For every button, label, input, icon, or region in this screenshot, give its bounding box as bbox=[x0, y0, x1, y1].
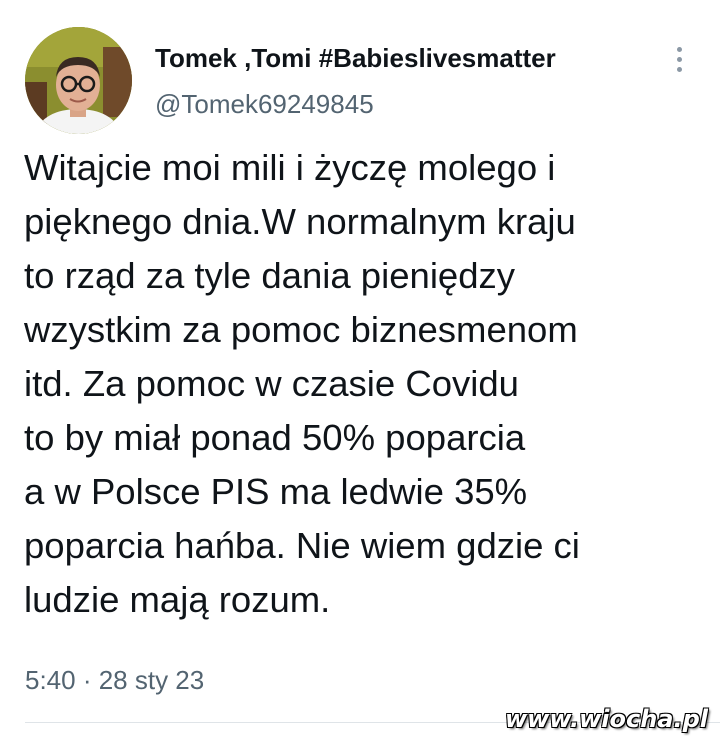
tweet-text-line: itd. Za pomoc w czasie Covidu bbox=[24, 363, 519, 404]
tweet-timestamp[interactable]: 5:40 · 28 sty 23 bbox=[25, 662, 204, 698]
tweet-text-line: poparcia hańba. Nie wiem gdzie ci bbox=[24, 525, 580, 566]
more-dot bbox=[677, 47, 682, 52]
author-handle[interactable]: @Tomek69249845 bbox=[155, 86, 374, 122]
avatar-photo bbox=[25, 27, 132, 134]
tweet-text-line: pięknego dnia.W normalnym kraju bbox=[24, 201, 576, 242]
tweet-text-line: to by miał ponad 50% poparcia bbox=[24, 417, 526, 458]
tweet-text-line: Witajcie moi mili i życzę molego i bbox=[24, 147, 556, 188]
tweet-text-line: to rząd za tyle dania pieniędzy bbox=[24, 255, 516, 296]
author-display-name[interactable]: Tomek ,Tomi #Babieslivesmatter bbox=[155, 40, 556, 76]
tweet-text-line: wzystkim za pomoc biznesmenom bbox=[24, 309, 578, 350]
tweet-text: Witajcie moi mili i życzę molego i piękn… bbox=[24, 141, 704, 627]
tweet-text-line: ludzie mają rozum. bbox=[24, 579, 331, 620]
more-dot bbox=[677, 57, 682, 62]
tweet-text-line: a w Polsce PIS ma ledwie 35% bbox=[24, 471, 528, 512]
more-dot bbox=[677, 67, 682, 72]
watermark: www.wiocha.pl bbox=[504, 705, 708, 733]
avatar[interactable] bbox=[25, 27, 132, 134]
more-vertical-icon[interactable] bbox=[670, 44, 690, 76]
